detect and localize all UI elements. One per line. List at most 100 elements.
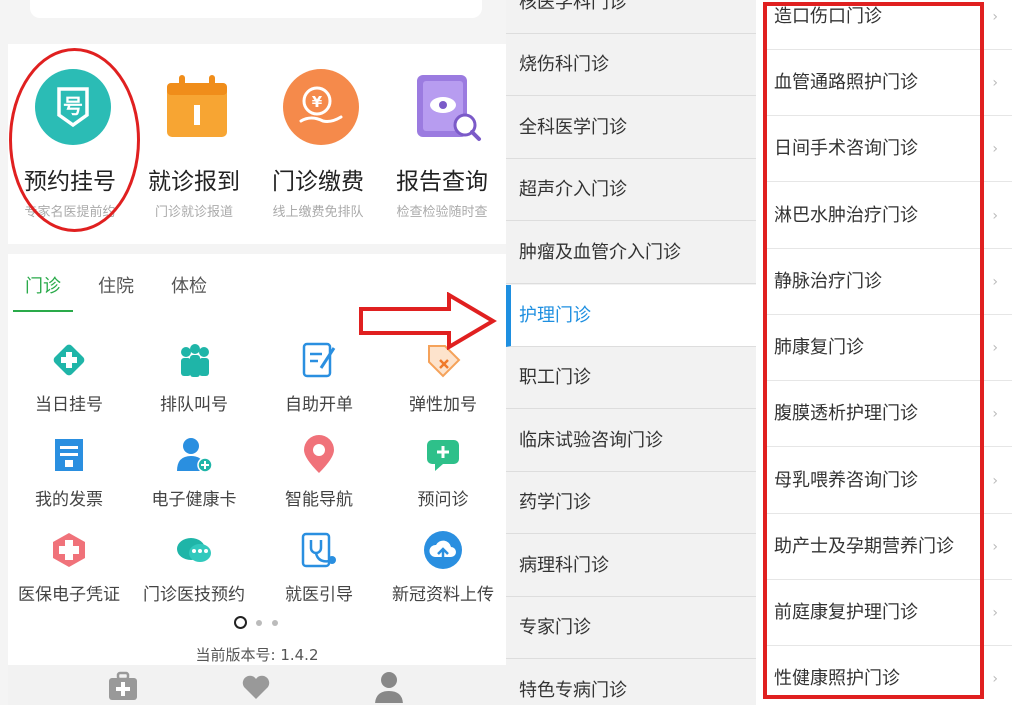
service-label: 新冠资料上传 [392,585,494,605]
pager-dot[interactable] [256,620,262,626]
service-queue-call[interactable]: 排队叫号 [130,340,258,430]
clinic-item[interactable]: 造口伤口门诊 › [766,0,1012,50]
chevron-right-icon: › [992,75,998,91]
queue-people-icon [181,344,209,377]
department-item[interactable]: 特色专病门诊 [506,660,756,705]
chevron-right-icon: › [992,539,998,555]
bottom-nav [8,665,506,705]
service-medical-guidance[interactable]: 就医引导 [255,530,383,620]
quick-action-subtitle: 专家名医提前约 [24,205,116,220]
insurance-cross-icon [53,533,85,567]
quick-action-label: 报告查询 [396,169,488,195]
clinic-item[interactable]: 日间手术咨询门诊 › [766,116,1012,182]
quick-action-registration[interactable]: 号 预约挂号 专家名医提前约 [8,44,132,244]
service-health-card[interactable]: 电子健康卡 [130,435,258,525]
service-smart-navigation[interactable]: 智能导航 [255,435,383,525]
clinic-list: 造口伤口门诊 › 血管通路照护门诊 › 日间手术咨询门诊 › 淋巴水肿治疗门诊 … [756,0,1012,705]
clinic-item[interactable]: 肺康复门诊 › [766,315,1012,381]
chevron-right-icon: › [992,473,998,489]
clinic-item[interactable]: 血管通路照护门诊 › [766,50,1012,116]
cloud-upload-icon [424,531,462,569]
department-item[interactable]: 全科医学门诊 [506,97,756,159]
pager-dot-active[interactable] [234,616,247,629]
calendar-icon [167,75,227,137]
chat-plus-icon [427,440,459,471]
service-pre-consultation[interactable]: 预问诊 [379,435,506,525]
clinic-label: 日间手术咨询门诊 [774,138,918,159]
user-profile-icon[interactable] [372,669,406,703]
quick-action-payment[interactable]: ¥ 门诊缴费 线上缴费免排队 [256,44,380,244]
clinic-label: 肺康复门诊 [774,337,864,358]
payment-icon: ¥ [283,69,359,145]
clinic-label: 母乳喂养咨询门诊 [774,470,918,491]
department-item[interactable]: 肿瘤及血管介入门诊 [506,222,756,284]
service-self-order[interactable]: 自助开单 [255,340,383,430]
department-item-active[interactable]: 护理门诊 [506,285,756,347]
location-pin-icon [304,435,334,473]
chevron-right-icon: › [992,605,998,621]
clinic-label: 前庭康复护理门诊 [774,602,918,623]
department-item[interactable]: 临床试验咨询门诊 [506,410,756,472]
department-item[interactable]: 职工门诊 [506,347,756,409]
heart-hand-icon[interactable] [239,669,273,703]
chevron-right-icon: › [992,208,998,224]
quick-action-subtitle: 门诊就诊报道 [154,205,233,220]
clinic-item[interactable]: 腹膜透析护理门诊 › [766,381,1012,447]
service-covid-upload[interactable]: 新冠资料上传 [379,530,506,620]
search-card[interactable] [30,0,482,18]
tab-inpatient[interactable]: 住院 [98,272,134,298]
clinic-label: 腹膜透析护理门诊 [774,403,918,424]
registration-icon: 号 [35,69,111,145]
service-flexible-slot[interactable]: 弹性加号 [379,340,506,430]
service-medtech-appointment[interactable]: 门诊医技预约 [130,530,258,620]
chat-bubbles-icon [177,538,211,562]
department-item[interactable]: 核医学科门诊 [506,0,756,34]
service-same-day-registration[interactable]: 当日挂号 [5,340,133,430]
department-item[interactable]: 专家门诊 [506,597,756,659]
service-my-invoice[interactable]: 我的发票 [5,435,133,525]
chevron-right-icon: › [992,141,998,157]
service-insurance-credential[interactable]: 医保电子凭证 [5,530,133,620]
clinic-item[interactable]: 静脉治疗门诊 › [766,249,1012,315]
chevron-right-icon: › [992,9,998,25]
quick-action-report[interactable]: 报告查询 检查检验随时查 [380,44,504,244]
department-item[interactable]: 烧伤科门诊 [506,34,756,96]
health-card-user-icon [177,438,213,473]
clinic-label: 助产士及孕期营养门诊 [774,536,954,557]
clinic-item[interactable]: 性健康照护门诊 › [766,646,1012,705]
invoice-icon [55,439,83,471]
chevron-right-icon: › [992,274,998,290]
pager-dot[interactable] [272,620,278,626]
department-item[interactable]: 病理科门诊 [506,535,756,597]
quick-action-subtitle: 线上缴费免排队 [272,205,364,220]
chevron-right-icon: › [992,340,998,356]
quick-action-subtitle: 检查检验随时查 [396,205,488,220]
quick-action-label: 门诊缴费 [272,169,364,195]
chevron-right-icon: › [992,406,998,422]
svg-text:号: 号 [63,94,83,118]
clinic-item[interactable]: 助产士及孕期营养门诊 › [766,514,1012,580]
service-label: 弹性加号 [409,395,477,415]
tab-checkup[interactable]: 体检 [171,272,207,298]
department-item[interactable]: 超声介入门诊 [506,159,756,221]
tab-outpatient[interactable]: 门诊 [25,272,61,298]
clinic-label: 静脉治疗门诊 [774,271,882,292]
department-item[interactable]: 药学门诊 [506,472,756,534]
version-text: 当前版本号: 1.4.2 [195,646,319,664]
edit-form-icon [302,342,336,378]
svg-text:¥: ¥ [312,93,323,111]
quick-action-checkin[interactable]: 就诊报到 门诊就诊报道 [132,44,256,244]
arrow-right-annotation-icon [359,292,497,350]
clinic-item[interactable]: 前庭康复护理门诊 › [766,580,1012,646]
medical-kit-icon[interactable] [106,669,140,703]
active-tab-underline [13,310,73,312]
top-strip [0,0,506,44]
stethoscope-guide-icon [301,532,336,568]
quick-action-label: 预约挂号 [24,169,116,195]
clinic-item[interactable]: 淋巴水肿治疗门诊 › [766,183,1012,249]
service-label: 预问诊 [417,490,469,510]
clinic-label: 性健康照护门诊 [774,668,900,689]
chevron-right-icon: › [992,671,998,687]
clinic-item[interactable]: 母乳喂养咨询门诊 › [766,448,1012,514]
quick-action-label: 就诊报到 [148,169,240,195]
